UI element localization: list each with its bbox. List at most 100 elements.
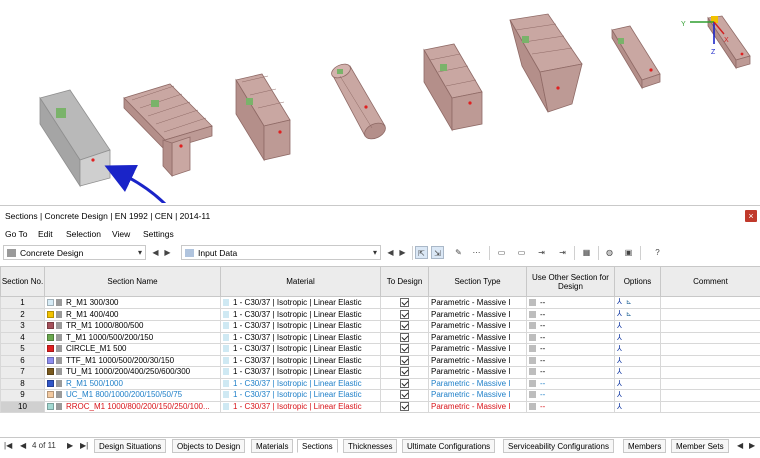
section-name-cell[interactable]: T_M1 1000/500/200/150 xyxy=(44,331,221,344)
options-cell[interactable]: ⅄ ⊾ xyxy=(614,308,661,321)
comment-cell[interactable] xyxy=(660,377,760,390)
material-cell[interactable]: 1 - C30/37 | Isotropic | Linear Elastic xyxy=(220,366,381,379)
section-model-5[interactable] xyxy=(423,43,483,132)
next-table-icon[interactable]: ▶ xyxy=(396,246,409,259)
row-number[interactable]: 3 xyxy=(0,320,45,333)
section-type-cell[interactable]: Parametric - Massive I xyxy=(428,331,527,344)
table-row[interactable]: 3 TR_M1 1000/800/500 1 - C30/37 | Isotropi… xyxy=(0,320,760,333)
row-number[interactable]: 5 xyxy=(0,343,45,356)
material-cell[interactable]: 1 - C30/37 | Isotropic | Linear Elastic xyxy=(220,377,381,390)
other-section-cell[interactable]: -- xyxy=(526,296,615,309)
prev-page-icon[interactable]: ◀ xyxy=(20,441,26,450)
tab-members[interactable]: Members xyxy=(623,439,667,453)
other-section-cell[interactable]: -- xyxy=(526,400,615,413)
table-row[interactable]: 8 R_M1 500/1000 1 - C30/37 | Isotropic | L… xyxy=(0,377,760,390)
table-row[interactable]: 10 RROC_M1 1000/800/200/150/250/100... 1 -… xyxy=(0,400,760,413)
tab-objects-to-design[interactable]: Objects to Design xyxy=(172,439,246,453)
select-in-graphics-icon[interactable]: ⇲ xyxy=(431,246,444,259)
table-row[interactable]: 4 T_M1 1000/500/200/150 1 - C30/37 | Isotr… xyxy=(0,331,760,344)
section-type-cell[interactable]: Parametric - Massive I xyxy=(428,320,527,333)
select-icon[interactable]: ⇱ xyxy=(415,246,428,259)
other-section-cell[interactable]: -- xyxy=(526,320,615,333)
first-page-icon[interactable]: |◀ xyxy=(4,441,12,450)
row-number[interactable]: 7 xyxy=(0,366,45,379)
section-type-cell[interactable]: Parametric - Massive I xyxy=(428,354,527,367)
comment-cell[interactable] xyxy=(660,320,760,333)
header-comment[interactable]: Comment xyxy=(660,266,760,297)
row-number[interactable]: 10 xyxy=(0,400,45,413)
other-section-cell[interactable]: -- xyxy=(526,354,615,367)
options-cell[interactable]: ⅄ xyxy=(614,366,661,379)
section-name-cell[interactable]: R_M1 300/300 xyxy=(44,296,221,309)
options-icon[interactable]: ⅄ xyxy=(617,310,622,319)
other-section-cell[interactable]: -- xyxy=(526,377,615,390)
model-viewport[interactable]: Y Z X xyxy=(0,0,760,203)
section-name-cell[interactable]: UC_M1 800/1000/200/150/50/75 xyxy=(44,389,221,402)
material-cell[interactable]: 1 - C30/37 | Isotropic | Linear Elastic xyxy=(220,354,381,367)
menu-settings[interactable]: Settings xyxy=(143,229,174,239)
tab-design-situations[interactable]: Design Situations xyxy=(94,439,167,453)
section-name-cell[interactable]: TTF_M1 1000/500/200/30/150 xyxy=(44,354,221,367)
to-design-checkbox[interactable] xyxy=(400,321,409,331)
options-icon[interactable]: ⅄ xyxy=(617,344,622,353)
to-design-checkbox[interactable] xyxy=(400,367,409,377)
section-name-cell[interactable]: RROC_M1 1000/800/200/150/250/100... xyxy=(44,400,221,413)
to-design-checkbox[interactable] xyxy=(400,309,409,319)
comment-cell[interactable] xyxy=(660,308,760,321)
material-cell[interactable]: 1 - C30/37 | Isotropic | Linear Elastic xyxy=(220,320,381,333)
view-settings-icon[interactable]: ▣ xyxy=(622,246,635,259)
other-section-cell[interactable]: -- xyxy=(526,343,615,356)
section-type-cell[interactable]: Parametric - Massive I xyxy=(428,296,527,309)
to-design-checkbox[interactable] xyxy=(400,297,409,307)
options-reinforcement-icon[interactable]: ⊾ xyxy=(626,311,632,318)
options-cell[interactable]: ⅄ xyxy=(614,389,661,402)
to-design-checkbox[interactable] xyxy=(400,390,409,400)
section-type-cell[interactable]: Parametric - Massive I xyxy=(428,308,527,321)
header-material[interactable]: Material xyxy=(220,266,381,297)
close-button[interactable]: × xyxy=(745,210,757,222)
tab-serviceability-configurations[interactable]: Serviceability Configurations xyxy=(503,439,614,453)
row-number[interactable]: 6 xyxy=(0,354,45,367)
next-page-icon[interactable]: ▶ xyxy=(67,441,73,450)
section-name-cell[interactable]: TU_M1 1000/200/400/250/600/300 xyxy=(44,366,221,379)
excel-icon[interactable]: ▦ xyxy=(580,246,593,259)
table-row[interactable]: 6 TTF_M1 1000/500/200/30/150 1 - C30/37 | … xyxy=(0,354,760,367)
comment-cell[interactable] xyxy=(660,354,760,367)
header-to-design[interactable]: To Design xyxy=(380,266,429,297)
pick-icon[interactable]: ✎ xyxy=(452,246,465,259)
menu-edit[interactable]: Edit xyxy=(38,229,53,239)
section-name-cell[interactable]: TR_M1 1000/800/500 xyxy=(44,320,221,333)
to-design-cell[interactable] xyxy=(380,296,429,309)
other-section-cell[interactable]: -- xyxy=(526,331,615,344)
material-cell[interactable]: 1 - C30/37 | Isotropic | Linear Elastic xyxy=(220,308,381,321)
table-row[interactable]: 5 CIRCLE_M1 500 1 - C30/37 | Isotropic | L… xyxy=(0,343,760,356)
header-section-name[interactable]: Section Name xyxy=(44,266,221,297)
last-page-icon[interactable]: ▶| xyxy=(80,441,88,450)
section-name-cell[interactable]: CIRCLE_M1 500 xyxy=(44,343,221,356)
options-reinforcement-icon[interactable]: ⊾ xyxy=(626,299,632,306)
header-options[interactable]: Options xyxy=(614,266,661,297)
globe-icon[interactable]: ◍ xyxy=(603,246,616,259)
other-section-cell[interactable]: -- xyxy=(526,366,615,379)
insert-row-icon[interactable]: ▭ xyxy=(495,246,508,259)
comment-cell[interactable] xyxy=(660,296,760,309)
to-design-cell[interactable] xyxy=(380,400,429,413)
options-cell[interactable]: ⅄ ⊾ xyxy=(614,296,661,309)
to-design-cell[interactable] xyxy=(380,389,429,402)
material-cell[interactable]: 1 - C30/37 | Isotropic | Linear Elastic xyxy=(220,331,381,344)
row-number[interactable]: 1 xyxy=(0,296,45,309)
material-cell[interactable]: 1 - C30/37 | Isotropic | Linear Elastic xyxy=(220,400,381,413)
section-type-cell[interactable]: Parametric - Massive I xyxy=(428,366,527,379)
options-icon[interactable]: ⅄ xyxy=(617,390,622,399)
section-model-4[interactable] xyxy=(329,61,388,142)
section-name-cell[interactable]: R_M1 500/1000 xyxy=(44,377,221,390)
menu-selection[interactable]: Selection xyxy=(66,229,101,239)
comment-cell[interactable] xyxy=(660,400,760,413)
row-number[interactable]: 2 xyxy=(0,308,45,321)
input-data-combo[interactable]: Input Data ▾ xyxy=(181,245,381,260)
options-cell[interactable]: ⅄ xyxy=(614,377,661,390)
to-design-cell[interactable] xyxy=(380,331,429,344)
menu-go-to[interactable]: Go To xyxy=(5,229,28,239)
header-other-section[interactable]: Use Other Section for Design xyxy=(526,266,615,297)
options-cell[interactable]: ⅄ xyxy=(614,343,661,356)
